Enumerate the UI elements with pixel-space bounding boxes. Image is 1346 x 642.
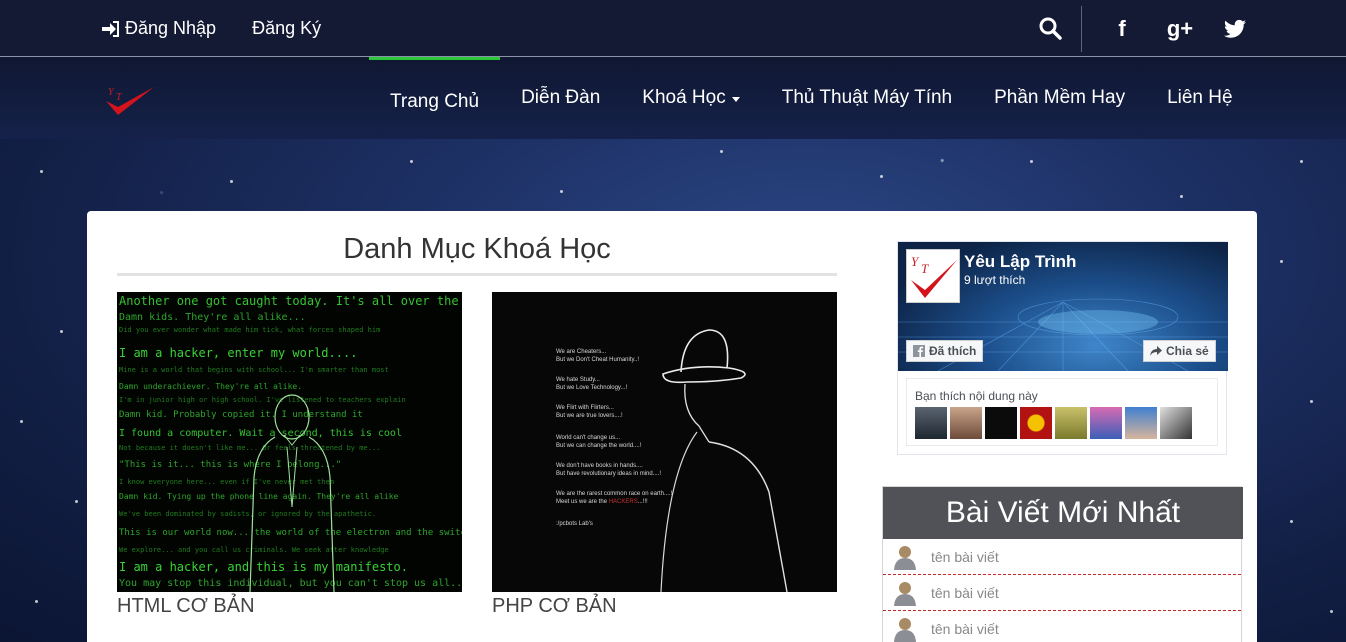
facebook-page-widget: Y T Yêu Lập Trình 9 lượt thích Đã thích …	[897, 241, 1228, 455]
google-plus-icon[interactable]: g+	[1166, 16, 1194, 42]
list-item[interactable]: tên bài viết	[883, 611, 1241, 642]
nav-item-forum[interactable]: Diễn Đàn	[500, 57, 621, 139]
facebook-friends-box: Bạn thích nội dung này	[906, 378, 1218, 446]
title-divider	[117, 273, 837, 276]
hacker-silhouette	[249, 394, 335, 592]
main-navbar: Y T Trang Chủ Diễn Đàn Khoá Học Thủ Thuậ…	[0, 57, 1346, 139]
section-title: Danh Mục Khoá Học	[343, 233, 611, 265]
nav-item-home[interactable]: Trang Chủ	[369, 57, 501, 139]
like-button-label: Đã thích	[929, 344, 977, 358]
caret-down-icon	[731, 97, 740, 102]
avatar[interactable]	[950, 407, 982, 439]
facebook-share-button[interactable]: Chia sẻ	[1143, 340, 1216, 362]
nav-item-computer-tips[interactable]: Thủ Thuật Máy Tính	[761, 57, 973, 139]
site-logo-icon: Y T	[911, 254, 957, 298]
svg-text:T: T	[116, 92, 123, 103]
avatar[interactable]	[1090, 407, 1122, 439]
friends-label: Bạn thích nội dung này	[915, 389, 1038, 403]
top-bar: Đăng Nhập Đăng Ký f g+	[0, 0, 1346, 57]
course-card-php[interactable]: We are Cheaters... But we Don't Cheat Hum…	[492, 292, 837, 618]
user-icon	[894, 581, 916, 606]
svg-text:Y: Y	[911, 254, 920, 269]
facebook-icon[interactable]: f	[1108, 16, 1136, 42]
recent-posts-widget: Bài Viết Mới Nhất tên bài viết tên bài v…	[882, 486, 1243, 642]
list-item[interactable]: tên bài viết	[883, 539, 1241, 575]
nav-label: Trang Chủ	[390, 90, 480, 112]
facebook-like-count: 9 lượt thích	[964, 273, 1026, 287]
auth-links: Đăng Nhập Đăng Ký	[102, 0, 321, 57]
post-title[interactable]: tên bài viết	[931, 585, 999, 601]
sign-in-icon	[102, 20, 119, 37]
search-icon[interactable]	[1038, 16, 1064, 42]
course-thumbnail[interactable]: We are Cheaters... But we Don't Cheat Hum…	[492, 292, 837, 592]
facebook-page-logo[interactable]: Y T	[906, 249, 960, 303]
divider	[1081, 6, 1082, 52]
avatar[interactable]	[1125, 407, 1157, 439]
nav-label: Khoá Học	[642, 87, 726, 108]
user-icon	[894, 618, 916, 642]
nav-item-contact[interactable]: Liên Hệ	[1146, 57, 1254, 139]
man-in-hat-silhouette	[660, 329, 788, 592]
post-title[interactable]: tên bài viết	[931, 549, 999, 565]
friend-avatars	[915, 407, 1192, 439]
avatar[interactable]	[1020, 407, 1052, 439]
content-card: Danh Mục Khoá Học Another one got caught…	[87, 211, 1257, 642]
facebook-icon	[913, 345, 925, 357]
nav-label: Phần Mềm Hay	[994, 87, 1126, 108]
nav-menu: Trang Chủ Diễn Đàn Khoá Học Thủ Thuật Má…	[369, 57, 1254, 139]
share-icon	[1150, 346, 1162, 356]
course-caption[interactable]: HTML CƠ BẢN	[117, 595, 462, 618]
facebook-liked-button[interactable]: Đã thích	[906, 340, 984, 362]
nav-item-courses[interactable]: Khoá Học	[621, 57, 760, 139]
course-caption[interactable]: PHP CƠ BẢN	[492, 595, 837, 618]
register-link[interactable]: Đăng Ký	[252, 18, 321, 39]
svg-text:T: T	[921, 261, 929, 276]
avatar[interactable]	[915, 407, 947, 439]
nav-label: Thủ Thuật Máy Tính	[781, 87, 953, 108]
list-item[interactable]: tên bài viết	[883, 575, 1241, 611]
nav-label: Diễn Đàn	[521, 87, 601, 108]
social-links: f g+	[1108, 0, 1246, 57]
course-thumbnail[interactable]: Another one got caught today. It's all o…	[117, 292, 462, 592]
site-logo[interactable]: Y T	[104, 81, 156, 121]
avatar[interactable]	[1055, 407, 1087, 439]
login-label: Đăng Nhập	[125, 18, 217, 38]
nav-label: Liên Hệ	[1167, 87, 1233, 108]
twitter-icon[interactable]	[1224, 19, 1246, 39]
share-button-label: Chia sẻ	[1166, 344, 1209, 358]
nav-item-software[interactable]: Phần Mềm Hay	[973, 57, 1146, 139]
svg-text:Y: Y	[108, 87, 115, 98]
avatar[interactable]	[985, 407, 1017, 439]
post-title[interactable]: tên bài viết	[931, 621, 999, 637]
facebook-page-name[interactable]: Yêu Lập Trình	[964, 252, 1076, 272]
course-card-html[interactable]: Another one got caught today. It's all o…	[117, 292, 462, 618]
user-icon	[894, 545, 916, 570]
recent-posts-title: Bài Viết Mới Nhất	[883, 487, 1243, 539]
login-link[interactable]: Đăng Nhập	[102, 18, 216, 39]
avatar[interactable]	[1160, 407, 1192, 439]
